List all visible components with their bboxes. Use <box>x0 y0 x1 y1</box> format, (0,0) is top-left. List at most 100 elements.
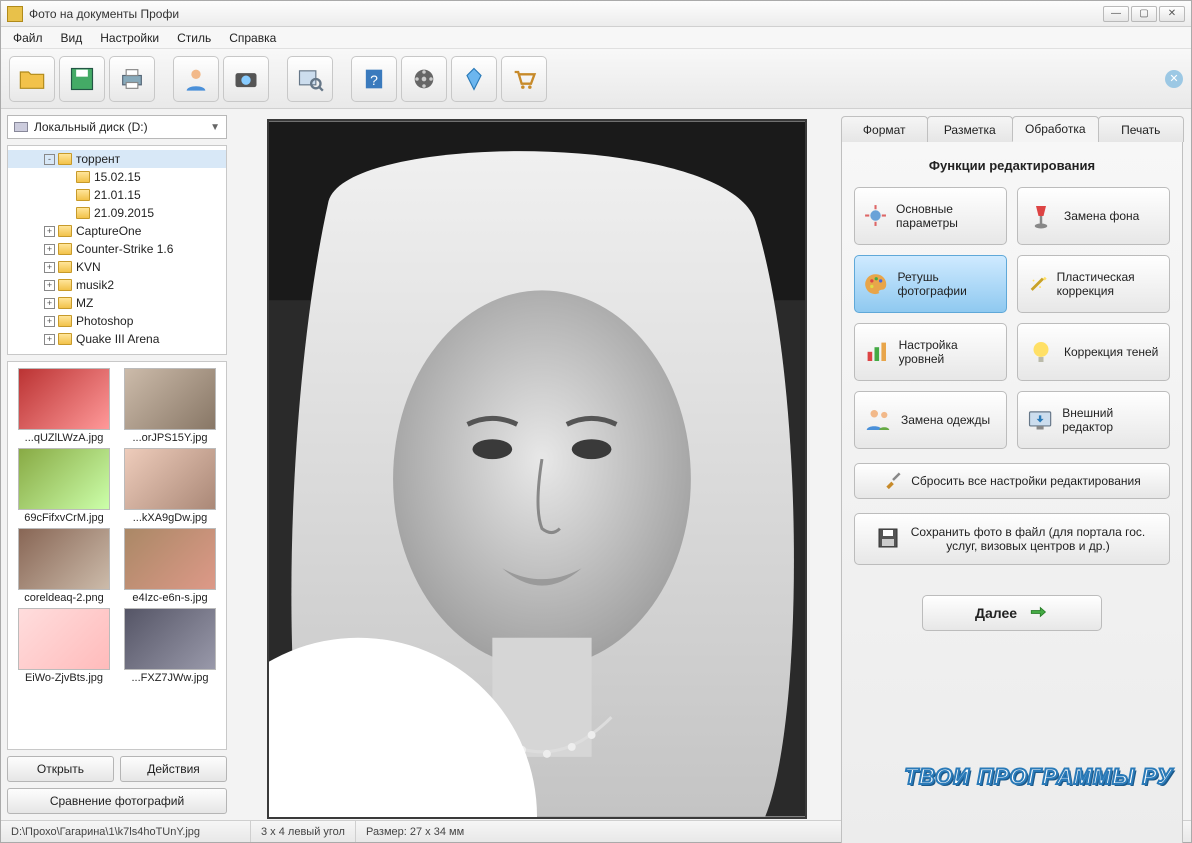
tree-label: Counter-Strike 1.6 <box>76 242 173 256</box>
tree-item[interactable]: +CaptureOne <box>8 222 226 240</box>
external-editor-button[interactable]: Внешний редактор <box>1017 391 1170 449</box>
left-panel: Локальный диск (D:) ▼ -торрент15.02.15 21… <box>1 109 233 820</box>
save-button[interactable] <box>59 56 105 102</box>
tree-item[interactable]: +MZ <box>8 294 226 312</box>
person-button[interactable] <box>173 56 219 102</box>
folder-icon <box>58 279 72 291</box>
reset-label: Сбросить все настройки редактирования <box>911 474 1141 488</box>
video-button[interactable] <box>401 56 447 102</box>
thumbnail-image <box>18 528 110 590</box>
premium-button[interactable] <box>451 56 497 102</box>
cart-button[interactable] <box>501 56 547 102</box>
compare-button[interactable]: Сравнение фотографий <box>7 788 227 814</box>
open-button[interactable]: Открыть <box>7 756 114 782</box>
camera-button[interactable] <box>223 56 269 102</box>
thumbnail[interactable]: coreldeaq-2.png <box>14 528 114 604</box>
expand-icon <box>62 208 73 219</box>
panel-close-icon[interactable]: ✕ <box>1165 70 1183 88</box>
chevron-down-icon: ▼ <box>210 122 220 133</box>
replace-bg-button[interactable]: Замена фона <box>1017 187 1170 245</box>
reset-button[interactable]: Сбросить все настройки редактирования <box>854 463 1170 499</box>
tree-item[interactable]: + Quake III Arena <box>8 330 226 348</box>
folder-icon <box>58 297 72 309</box>
plastic-label: Пластическая коррекция <box>1057 270 1161 299</box>
tree-label: 21.01.15 <box>94 188 141 202</box>
tab-processing[interactable]: Обработка <box>1012 116 1099 142</box>
menu-help[interactable]: Справка <box>221 28 284 48</box>
close-button[interactable]: ✕ <box>1159 6 1185 22</box>
right-panel: Формат Разметка Обработка Печать Функции… <box>841 109 1191 820</box>
minimize-button[interactable]: — <box>1103 6 1129 22</box>
expand-icon[interactable]: - <box>44 154 55 165</box>
tree-item[interactable]: 21.01.15 <box>8 186 226 204</box>
folder-icon <box>76 207 90 219</box>
folder-icon <box>58 225 72 237</box>
menu-view[interactable]: Вид <box>53 28 91 48</box>
next-button[interactable]: Далее <box>922 595 1102 631</box>
menu-file[interactable]: Файл <box>5 28 51 48</box>
tree-item[interactable]: 15.02.15 <box>8 168 226 186</box>
basic-params-button[interactable]: Основные параметры <box>854 187 1007 245</box>
thumbnail-caption: ...qUZlLWzA.jpg <box>25 432 104 444</box>
thumbnail-caption: e4Izc-e6n-s.jpg <box>132 592 207 604</box>
thumbnail[interactable]: ...kXA9gDw.jpg <box>120 448 220 524</box>
tree-item[interactable]: + Counter-Strike 1.6 <box>8 240 226 258</box>
clothes-button[interactable]: Замена одежды <box>854 391 1007 449</box>
thumbnail-grid[interactable]: ...qUZlLWzA.jpg ...orJPS15Y.jpg69cFifxvCr… <box>7 361 227 750</box>
thumbnail[interactable]: e4Izc-e6n-s.jpg <box>120 528 220 604</box>
thumbnail[interactable]: EiWo-ZjvBts.jpg <box>14 608 114 684</box>
tree-item[interactable]: -торрент <box>8 150 226 168</box>
expand-icon[interactable]: + <box>44 316 55 327</box>
disk-selector[interactable]: Локальный диск (D:) ▼ <box>7 115 227 139</box>
thumbnail-image <box>124 368 216 430</box>
thumbnail[interactable]: ...qUZlLWzA.jpg <box>14 368 114 444</box>
expand-icon[interactable]: + <box>44 226 55 237</box>
thumbnail[interactable]: 69cFifxvCrM.jpg <box>14 448 114 524</box>
expand-icon[interactable]: + <box>44 280 55 291</box>
tree-item[interactable]: 21.09.2015 <box>8 204 226 222</box>
thumbnail-image <box>18 368 110 430</box>
maximize-button[interactable]: ▢ <box>1131 6 1157 22</box>
folder-icon <box>58 315 72 327</box>
shadows-button[interactable]: Коррекция теней <box>1017 323 1170 381</box>
expand-icon[interactable]: + <box>44 244 55 255</box>
status-size: Размер: 27 x 34 мм <box>356 821 474 842</box>
tree-item[interactable]: +musik2 <box>8 276 226 294</box>
expand-icon[interactable]: + <box>44 334 55 345</box>
next-label: Далее <box>975 605 1017 621</box>
help-button[interactable]: ? <box>351 56 397 102</box>
expand-icon[interactable]: + <box>44 262 55 273</box>
menu-style[interactable]: Стиль <box>169 28 219 48</box>
plastic-button[interactable]: Пластическая коррекция <box>1017 255 1170 313</box>
palette-icon <box>863 269 889 299</box>
tree-item[interactable]: +KVN <box>8 258 226 276</box>
tab-print[interactable]: Печать <box>1098 116 1185 142</box>
print-button[interactable] <box>109 56 155 102</box>
tree-label: Quake III Arena <box>76 332 159 346</box>
levels-button[interactable]: Настройка уровней <box>854 323 1007 381</box>
menu-settings[interactable]: Настройки <box>92 28 167 48</box>
tab-layout[interactable]: Разметка <box>927 116 1014 142</box>
toolbar: ? ✕ <box>1 49 1191 109</box>
tree-item[interactable]: + Photoshop <box>8 312 226 330</box>
tree-label: Photoshop <box>76 314 133 328</box>
folder-tree[interactable]: -торрент15.02.15 21.01.15 21.09.2015+Captu… <box>7 145 227 355</box>
thumbnail-image <box>124 528 216 590</box>
expand-icon[interactable]: + <box>44 298 55 309</box>
status-corner: 3 x 4 левый угол <box>251 821 356 842</box>
actions-button[interactable]: Действия <box>120 756 227 782</box>
preview-area <box>233 109 841 820</box>
svg-text:?: ? <box>370 71 378 87</box>
bulb-icon <box>1026 337 1056 367</box>
expand-icon <box>62 172 73 183</box>
thumbnail[interactable]: ...orJPS15Y.jpg <box>120 368 220 444</box>
thumbnail-image <box>124 608 216 670</box>
arrow-right-icon <box>1027 603 1049 624</box>
folder-icon <box>58 153 72 165</box>
open-folder-button[interactable] <box>9 56 55 102</box>
save-photo-button[interactable]: Сохранить фото в файл (для портала гос. … <box>854 513 1170 565</box>
photo-zoom-button[interactable] <box>287 56 333 102</box>
thumbnail[interactable]: ...FXZ7JWw.jpg <box>120 608 220 684</box>
retouch-button[interactable]: Ретушь фотографии <box>854 255 1007 313</box>
tab-format[interactable]: Формат <box>841 116 928 142</box>
